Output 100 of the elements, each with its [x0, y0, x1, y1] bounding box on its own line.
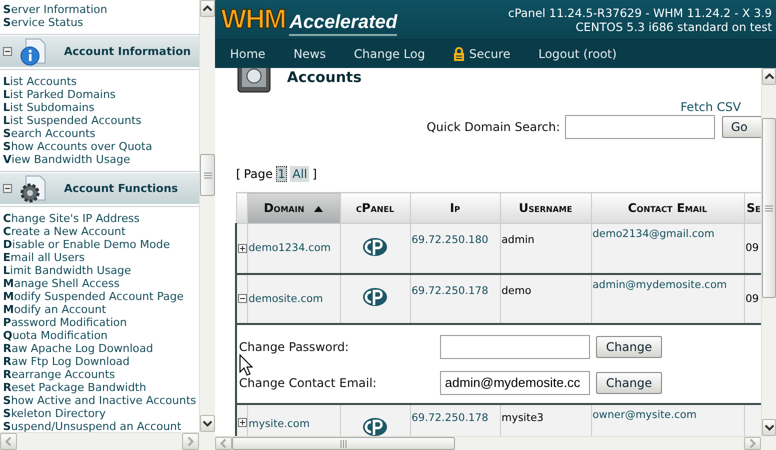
bracket-text: [: [236, 167, 241, 181]
vertical-scrollbar[interactable]: [199, 0, 215, 432]
sort-up-icon: [314, 206, 324, 212]
scroll-up-button[interactable]: [762, 68, 776, 85]
chevron-down-icon: [764, 424, 774, 431]
sidebar-link[interactable]: Limit Bandwidth Usage: [0, 264, 133, 277]
column-header[interactable]: Ip: [410, 192, 500, 224]
change-button[interactable]: Change: [596, 336, 662, 358]
gear-document-icon: [18, 174, 48, 204]
scroll-left-button[interactable]: [215, 437, 232, 450]
collapse-icon[interactable]: [3, 184, 12, 193]
sidebar-link[interactable]: Modify Suspended Account Page: [0, 290, 186, 303]
nav-link[interactable]: Change Log: [354, 47, 426, 61]
section-header[interactable]: Account Information: [0, 35, 199, 69]
lock-icon: [453, 47, 466, 61]
column-header[interactable]: Username: [500, 192, 591, 224]
column-header[interactable]: Domain: [247, 192, 340, 224]
domain-link[interactable]: demosite.com: [248, 292, 324, 304]
nav-link[interactable]: News: [293, 47, 326, 61]
chevron-down-icon: [202, 420, 213, 427]
sidebar-link[interactable]: Show Accounts over Quota: [0, 140, 154, 153]
logo-subtitle: Accelerated: [289, 12, 398, 36]
scrollbar-corner: [761, 436, 776, 450]
field-label: Change Contact Email:: [239, 376, 378, 390]
collapse-icon[interactable]: [238, 294, 246, 303]
input-field[interactable]: admin@mydemosite.cc: [440, 370, 590, 394]
sidebar-link[interactable]: Email all Users: [0, 251, 87, 264]
sidebar-link[interactable]: Rearrange Accounts: [0, 368, 117, 381]
sidebar-link[interactable]: Raw Apache Log Download: [0, 342, 156, 355]
horizontal-scrollbar[interactable]: [0, 432, 199, 450]
scroll-down-button[interactable]: [200, 415, 215, 432]
scrollbar-corner: [199, 432, 215, 450]
chevron-left-icon: [220, 438, 227, 449]
sidebar-link[interactable]: List Accounts: [0, 75, 79, 88]
scrollbar-thumb[interactable]: [232, 437, 455, 450]
sidebar-link[interactable]: Search Accounts: [0, 127, 98, 140]
column-header[interactable]: Se: [744, 192, 761, 224]
go-button[interactable]: Go: [722, 116, 761, 138]
section-header[interactable]: Account Functions: [0, 172, 199, 206]
nav-link[interactable]: Home: [230, 47, 266, 61]
logo-text: WHM: [221, 4, 286, 34]
column-header[interactable]: Contact Email: [591, 192, 744, 224]
chevron-right-icon: [187, 436, 194, 447]
username-text: mysite3: [502, 412, 544, 424]
sidebar-link[interactable]: List Subdomains: [0, 101, 96, 114]
sidebar-link[interactable]: Raw Ftp Log Download: [0, 355, 132, 368]
sidebar-link[interactable]: Suspend/Unsuspend an Account: [0, 420, 184, 432]
sidebar-link[interactable]: Server Information: [0, 3, 110, 16]
info-document-icon: [18, 36, 48, 66]
sidebar-link[interactable]: List Suspended Accounts: [0, 114, 144, 127]
chevron-up-icon: [764, 73, 774, 80]
nav-link[interactable]: Logout (root): [538, 47, 617, 61]
scrollbar-thumb[interactable]: [200, 154, 215, 196]
version-text: CENTOS 5.3 i686 standard on test: [576, 20, 772, 34]
pager-label: Page: [244, 167, 273, 181]
table-cell-text: 09: [746, 292, 759, 304]
sidebar-link[interactable]: View Bandwidth Usage: [0, 153, 132, 166]
scroll-up-button[interactable]: [200, 0, 215, 17]
chevron-up-icon: [202, 5, 213, 12]
input-field[interactable]: [440, 334, 590, 358]
fetch-csv-link[interactable]: Fetch CSV: [680, 100, 741, 114]
sidebar-link[interactable]: Reset Package Bandwidth: [0, 381, 148, 394]
chevron-right-icon: [749, 438, 756, 449]
mouse-pointer-icon: [239, 354, 253, 376]
sidebar-link[interactable]: Service Status: [0, 16, 86, 29]
scrollbar-thumb[interactable]: [762, 118, 776, 298]
email-link[interactable]: demo2134@gmail.com: [592, 228, 714, 240]
page-link[interactable]: All: [290, 166, 310, 182]
table-cell-text: 09: [746, 242, 759, 254]
sidebar-link[interactable]: Change Site's IP Address: [0, 212, 142, 225]
expand-icon[interactable]: [238, 244, 246, 253]
search-label: Quick Domain Search:: [426, 120, 560, 134]
circle-logo-icon[interactable]: [362, 236, 388, 257]
sidebar-link[interactable]: Password Modification: [0, 316, 129, 329]
sidebar-link[interactable]: Disable or Enable Demo Mode: [0, 238, 172, 251]
bracket-text: ]: [312, 167, 317, 181]
sidebar-link[interactable]: Create a New Account: [0, 225, 128, 238]
circle-logo-icon[interactable]: [362, 416, 388, 436]
sidebar-link[interactable]: Show Active and Inactive Accounts: [0, 394, 198, 407]
column-header[interactable]: cPanel: [340, 192, 410, 224]
page-link[interactable]: 1: [276, 166, 288, 182]
search-field[interactable]: [565, 115, 715, 139]
sidebar-link[interactable]: List Parked Domains: [0, 88, 118, 101]
page-title: Accounts: [287, 70, 362, 86]
sidebar-link[interactable]: Skeleton Directory: [0, 407, 108, 420]
change-button[interactable]: Change: [596, 372, 662, 394]
sidebar-link[interactable]: Modify an Account: [0, 303, 108, 316]
horizontal-scrollbar[interactable]: [215, 436, 761, 450]
collapse-icon[interactable]: [3, 47, 12, 56]
sidebar-link[interactable]: Quota Modification: [0, 329, 110, 342]
sidebar-link[interactable]: Manage Shell Access: [0, 277, 122, 290]
version-text: cPanel 11.24.5-R37629 - WHM 11.24.2 - X 3.9: [508, 6, 772, 20]
scroll-down-button[interactable]: [762, 419, 776, 436]
circle-logo-icon[interactable]: [362, 287, 388, 307]
scroll-left-button[interactable]: [0, 433, 17, 450]
username-text: admin: [502, 234, 534, 246]
expand-icon[interactable]: [238, 418, 246, 426]
field-label: Change Password:: [239, 340, 350, 354]
nav-link[interactable]: Secure: [453, 47, 510, 61]
vertical-scrollbar[interactable]: [761, 68, 776, 436]
